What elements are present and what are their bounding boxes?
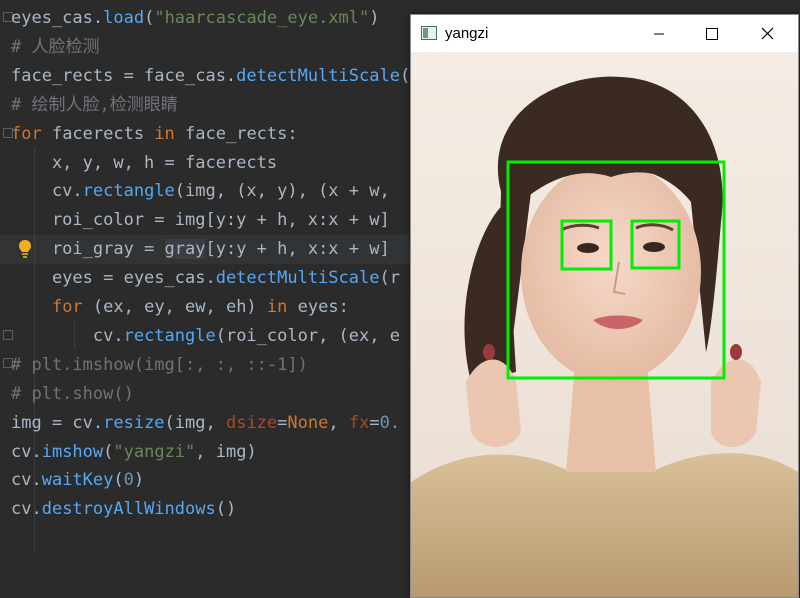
code-token: ( — [144, 8, 155, 28]
maximize-button[interactable] — [689, 15, 735, 52]
code-line[interactable]: for facerects in face_rects: — [11, 120, 298, 149]
code-token: rectangle — [123, 325, 216, 346]
code-token: eyes: — [287, 297, 349, 317]
code-token: "haarcascade_eye.xml" — [154, 8, 370, 28]
code-token: (ex, ey, ew, eh) — [82, 297, 267, 317]
code-token: face_rects = face_cas. — [11, 65, 237, 86]
code-token: (roi_color, (ex, e — [215, 325, 400, 346]
code-token: ( — [103, 441, 114, 462]
code-token: destroyAllWindows — [41, 499, 216, 520]
code-line[interactable]: cv.destroyAllWindows() — [11, 495, 236, 524]
code-line[interactable]: cv.imshow("yangzi", img) — [11, 438, 257, 467]
window-title: yangzi — [445, 25, 489, 42]
code-line[interactable]: roi_gray = gray[y:y + h, x:x + w] — [11, 235, 390, 264]
code-token: detectMultiScale — [236, 65, 400, 86]
code-line[interactable]: # plt.imshow(img[:, :, ::-1]) — [11, 351, 308, 380]
window-titlebar[interactable]: yangzi — [411, 15, 798, 52]
code-token: waitKey — [41, 470, 114, 491]
code-token: , — [328, 412, 349, 433]
code-line[interactable]: x, y, w, h = facerects — [11, 149, 277, 178]
code-line[interactable]: eyes_cas.load("haarcascade_eye.xml") — [11, 4, 380, 33]
code-token: in — [266, 297, 288, 317]
code-token: facerects — [41, 123, 155, 144]
code-token: roi_gray = — [11, 239, 165, 260]
code-token: () — [215, 499, 237, 520]
code-token: img = cv. — [11, 412, 104, 433]
code-token: for — [51, 297, 83, 317]
code-token: for — [11, 123, 42, 144]
code-token: , img) — [195, 441, 257, 462]
code-line[interactable]: face_rects = face_cas.detectMultiScale( — [11, 62, 410, 91]
close-button[interactable] — [744, 15, 790, 52]
code-line[interactable]: for (ex, ey, ew, eh) in eyes: — [11, 293, 349, 322]
close-icon — [761, 27, 774, 40]
code-token: = — [277, 412, 288, 433]
code-token: cv. — [11, 499, 42, 520]
code-token: resize — [103, 412, 165, 433]
code-token: fx — [348, 412, 370, 433]
code-line[interactable]: eyes = eyes_cas.detectMultiScale(r — [11, 264, 400, 293]
code-token: # 绘制人脸,检测眼睛 — [11, 94, 178, 115]
code-line[interactable]: # 人脸检测 — [11, 33, 99, 62]
code-token: 0. — [379, 412, 401, 433]
code-token: detectMultiScale — [215, 268, 380, 289]
code-token: ( — [113, 470, 124, 491]
code-token: (r — [379, 268, 400, 289]
code-line[interactable]: # 绘制人脸,检测眼睛 — [11, 91, 178, 120]
photo-portrait — [411, 52, 798, 597]
code-token: rectangle — [82, 181, 175, 202]
code-line[interactable]: cv.rectangle(roi_color, (ex, e — [11, 322, 400, 351]
code-token: gray — [164, 239, 206, 260]
minimize-button[interactable] — [636, 15, 682, 52]
code-token: in — [154, 123, 175, 144]
code-token: = — [369, 412, 380, 433]
opencv-window[interactable]: yangzi — [410, 14, 799, 598]
code-token: # plt.imshow(img[:, :, ::-1]) — [11, 354, 308, 375]
code-line[interactable]: roi_color = img[y:y + h, x:x + w] — [11, 206, 390, 235]
code-token: 0 — [123, 470, 134, 491]
code-token: # plt.show() — [11, 383, 134, 404]
code-token: # 人脸检测 — [11, 36, 100, 57]
code-line[interactable]: cv.waitKey(0) — [11, 466, 144, 495]
minimize-icon — [654, 33, 664, 35]
code-token: cv. — [11, 441, 42, 462]
code-token: dsize — [225, 412, 278, 433]
code-token: [y:y + h, x:x + w] — [205, 239, 390, 260]
code-token: load — [103, 8, 145, 28]
maximize-icon — [706, 28, 718, 40]
app-icon — [421, 26, 437, 40]
code-token: None — [287, 412, 329, 433]
code-token: ) — [369, 8, 380, 28]
code-token: (img, (x, y), (x + w, — [174, 181, 390, 202]
code-token: ) — [133, 470, 145, 491]
code-token: x, y, w, h = facerects — [11, 152, 278, 173]
code-token: face_rects: — [174, 123, 298, 144]
code-line[interactable]: cv.rectangle(img, (x, y), (x + w, — [11, 177, 390, 206]
code-token: cv. — [11, 470, 42, 491]
code-token: cv. — [11, 325, 124, 346]
code-token: (img, — [164, 412, 226, 433]
code-token: roi_color = img[y:y + h, x:x + w] — [11, 210, 390, 231]
code-token: imshow — [41, 441, 104, 462]
image-display — [411, 52, 798, 597]
code-token: "yangzi" — [113, 441, 196, 462]
code-token: eyes = eyes_cas. — [11, 268, 216, 289]
code-token: ( — [399, 65, 411, 86]
code-token: eyes_cas. — [11, 8, 104, 28]
code-token: cv. — [11, 181, 83, 202]
code-line[interactable]: # plt.show() — [11, 380, 134, 409]
code-line[interactable]: img = cv.resize(img, dsize=None, fx=0. — [11, 409, 400, 438]
